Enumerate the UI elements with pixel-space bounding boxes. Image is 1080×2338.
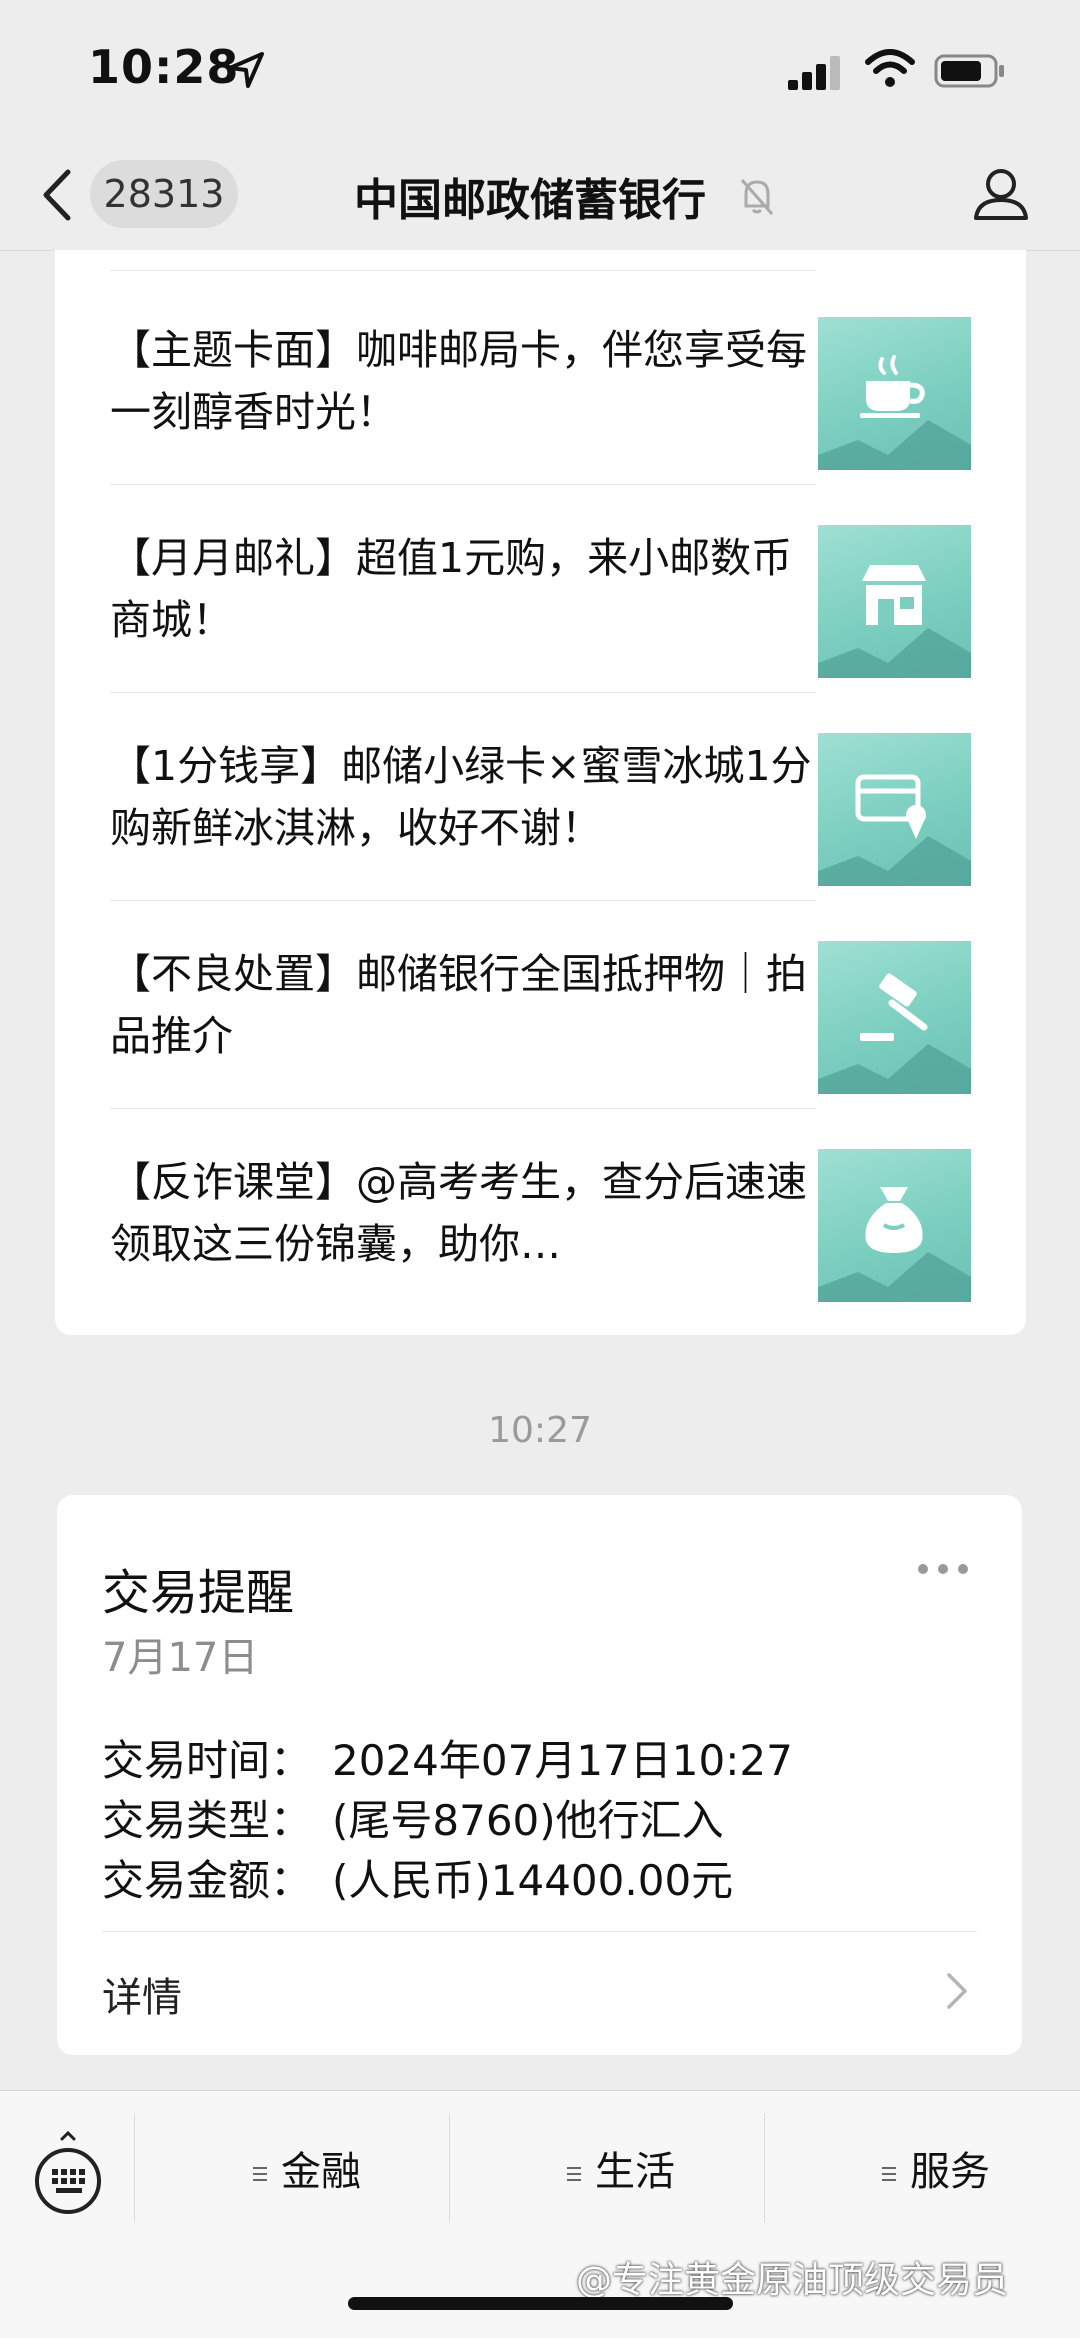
article-title: 【月月邮礼】超值1元购，来小邮数币商城！ [110, 534, 793, 644]
chat-header: 28313 中国邮政储蓄银行 [0, 140, 1080, 251]
article-title: 【反诈课堂】@高考考生，查分后速速领取这三份锦囊，助你… [110, 1158, 807, 1268]
row-value: (人民币)14400.00元 [332, 1856, 734, 1905]
article-list-card: 【主题卡面】咖啡邮局卡，伴您享受每一刻醇香时光！ 【月月邮礼】超值1元购，来小邮… [55, 250, 1026, 1335]
chevron-right-icon[interactable] [945, 1971, 969, 2011]
article-title: 【主题卡面】咖啡邮局卡，伴您享受每一刻醇香时光！ [110, 326, 807, 436]
battery-icon [934, 54, 1004, 88]
article-item[interactable]: 【月月邮礼】超值1元购，来小邮数币商城！ [55, 485, 1026, 693]
transaction-type-row: 交易类型： (尾号8760)他行汇入 [102, 1787, 724, 1848]
article-item[interactable]: 【不良处置】邮储银行全国抵押物｜拍品推介 [55, 901, 1026, 1109]
shop-icon [862, 565, 926, 625]
profile-icon[interactable] [970, 162, 1032, 224]
menu-item-label: 服务 [910, 2149, 990, 2195]
cellular-signal-icon [788, 56, 840, 90]
status-bar: 10:28 [0, 0, 1080, 140]
top-divider [110, 270, 816, 271]
watermark: @专注黄金原油顶级交易员 [576, 2260, 1009, 2301]
transaction-amount-row: 交易金额： (人民币)14400.00元 [102, 1847, 733, 1908]
menu-item-services[interactable]: 服务 [786, 2137, 1080, 2207]
article-thumbnail [818, 1149, 971, 1302]
menu-separator [134, 2113, 135, 2223]
menu-separator [764, 2113, 765, 2223]
back-chevron-icon[interactable] [40, 168, 74, 222]
menu-item-life[interactable]: 生活 [471, 2137, 771, 2207]
row-label: 交易金额： [102, 1856, 313, 1905]
row-label: 交易类型： [102, 1796, 313, 1845]
row-value: (尾号8760)他行汇入 [332, 1796, 724, 1845]
menu-item-finance[interactable]: 金融 [157, 2137, 457, 2207]
article-thumbnail [818, 941, 971, 1094]
article-title: 【1分钱享】邮储小绿卡×蜜雪冰城1分购新鲜冰淇淋，收好不谢！ [110, 742, 812, 852]
mute-bell-icon [740, 179, 774, 215]
transaction-time-row: 交易时间： 2024年07月17日10:27 [102, 1727, 793, 1788]
notice-title: 交易提醒 [102, 1565, 295, 1621]
menu-lines-icon [567, 2167, 581, 2181]
details-link[interactable]: 详情 [102, 1965, 182, 2023]
money-bag-icon [865, 1187, 923, 1253]
message-timestamp: 10:27 [488, 1410, 592, 1451]
wifi-icon [865, 49, 915, 87]
menu-item-label: 金融 [281, 2149, 361, 2195]
auction-hammer-icon [860, 973, 928, 1041]
article-item[interactable]: 【主题卡面】咖啡邮局卡，伴您享受每一刻醇香时光！ [55, 277, 1026, 485]
card-icecream-icon [855, 774, 926, 839]
unread-count-badge[interactable]: 28313 [90, 160, 238, 228]
divider [102, 1931, 977, 1932]
menu-lines-icon [882, 2167, 896, 2181]
article-item[interactable]: 【1分钱享】邮储小绿卡×蜜雪冰城1分购新鲜冰淇淋，收好不谢！ [55, 693, 1026, 901]
coffee-cup-icon [860, 355, 925, 418]
article-title: 【不良处置】邮储银行全国抵押物｜拍品推介 [110, 950, 807, 1060]
article-thumbnail [818, 317, 971, 470]
menu-item-label: 生活 [595, 2149, 675, 2195]
transaction-notice-card[interactable]: 交易提醒 7月17日 交易时间： 2024年07月17日10:27 交易类型： (尾… [57, 1495, 1022, 2055]
more-options-icon[interactable] [917, 1561, 969, 1577]
home-indicator[interactable] [348, 2297, 733, 2310]
location-arrow-icon [228, 52, 264, 88]
article-item[interactable]: 【反诈课堂】@高考考生，查分后速速领取这三份锦囊，助你… [55, 1109, 1026, 1317]
notice-date: 7月17日 [102, 1635, 259, 1681]
keyboard-toggle-icon[interactable] [30, 2131, 106, 2217]
article-thumbnail [818, 733, 971, 886]
menu-separator [449, 2113, 450, 2223]
row-label: 交易时间： [102, 1736, 313, 1785]
status-time: 10:28 [88, 40, 240, 94]
chat-title: 中国邮政储蓄银行 [354, 175, 706, 226]
article-thumbnail [818, 525, 971, 678]
menu-lines-icon [253, 2167, 267, 2181]
row-value: 2024年07月17日10:27 [332, 1736, 793, 1785]
